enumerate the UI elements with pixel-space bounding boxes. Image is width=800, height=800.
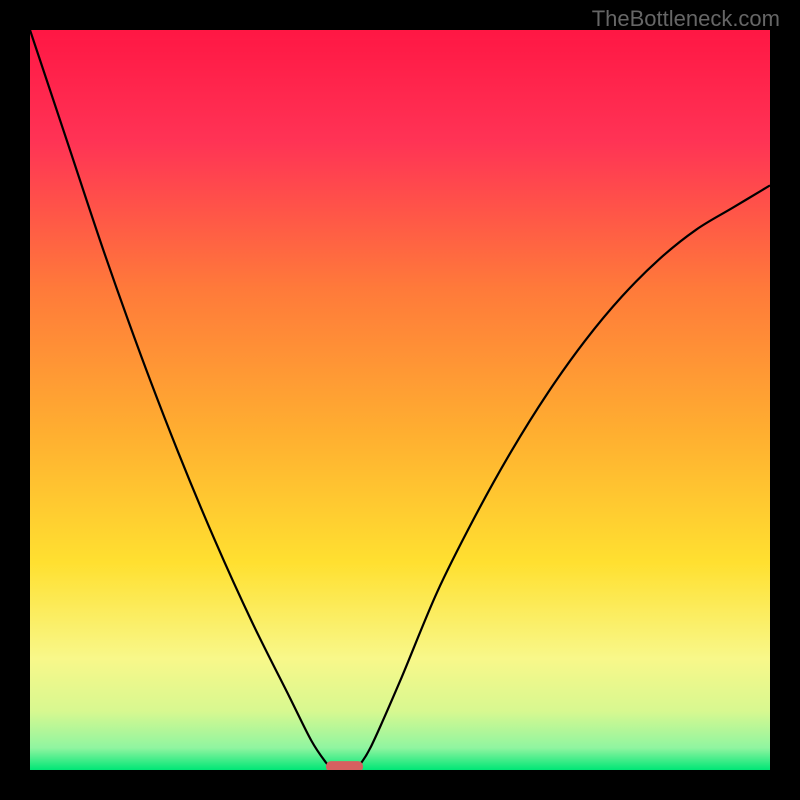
chart-svg	[30, 30, 770, 770]
chart-container	[30, 30, 770, 770]
gradient-background	[30, 30, 770, 770]
minimum-marker	[326, 761, 363, 770]
watermark-text: TheBottleneck.com	[592, 6, 780, 32]
